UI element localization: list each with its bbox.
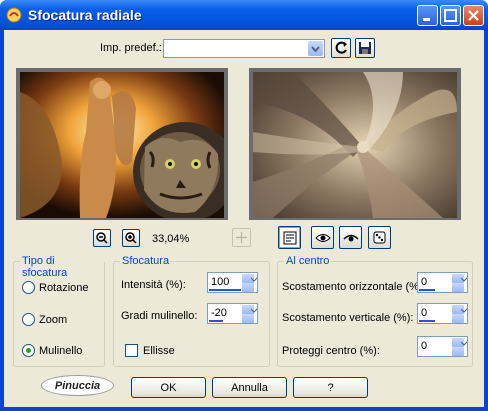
chevron-down-icon[interactable] xyxy=(251,277,257,283)
radio-circle[interactable] xyxy=(22,313,35,326)
protect-center-value: 0 xyxy=(421,340,428,352)
zoom-out-button[interactable] xyxy=(93,229,111,247)
save-preset-button[interactable] xyxy=(355,38,375,58)
swirl-degrees-slider-fill[interactable] xyxy=(209,320,223,322)
radio-label: Rotazione xyxy=(39,281,89,294)
preset-dropdown[interactable] xyxy=(163,39,325,58)
blur-settings-title: Sfocatura xyxy=(120,255,172,267)
protect-center-label: Proteggi centro (%): xyxy=(282,345,380,357)
protect-center-spinner[interactable]: 0 xyxy=(417,336,468,357)
horizontal-offset-label: Scostamento orizzontale (%): xyxy=(282,281,426,293)
intensity-spinner[interactable]: 100 xyxy=(207,272,258,293)
toggle-preview-button[interactable] xyxy=(278,226,301,249)
floppy-disk-icon xyxy=(359,42,371,54)
chevron-down-icon[interactable] xyxy=(251,308,257,314)
close-button[interactable] xyxy=(463,5,484,26)
spin-down-icon[interactable] xyxy=(452,347,464,356)
ok-button[interactable]: OK xyxy=(131,377,206,398)
close-icon xyxy=(468,10,479,21)
radio-rotazione[interactable]: Rotazione xyxy=(22,281,89,294)
randomize-button[interactable] xyxy=(368,226,391,249)
ellipse-label: Ellisse xyxy=(143,345,175,357)
reset-preset-button[interactable] xyxy=(331,38,351,58)
blur-type-group: Tipo di sfocatura Rotazione Zoom Mulinel… xyxy=(13,255,105,367)
intensity-slider-fill[interactable] xyxy=(209,289,241,291)
minimize-icon xyxy=(423,18,430,21)
spin-down-icon[interactable] xyxy=(452,314,464,323)
zoom-in-icon xyxy=(125,232,137,244)
author-logo: Pinuccia xyxy=(41,375,114,396)
chevron-down-icon[interactable] xyxy=(461,277,467,283)
intensity-value: 100 xyxy=(211,276,230,288)
spin-down-icon[interactable] xyxy=(242,314,254,323)
proof-button[interactable] xyxy=(311,226,334,249)
help-button[interactable]: ? xyxy=(293,377,368,398)
result-preview-image xyxy=(253,72,457,218)
pan-button[interactable] xyxy=(232,228,251,247)
swirl-degrees-spinner[interactable]: -20 xyxy=(207,303,258,324)
result-preview[interactable] xyxy=(249,68,461,220)
horizontal-offset-value: 0 xyxy=(421,276,428,288)
chevron-down-icon[interactable] xyxy=(461,341,467,347)
blur-settings-group: Sfocatura Intensità (%): 100 Gradi mulin… xyxy=(113,255,270,367)
blur-type-title: Tipo di sfocatura xyxy=(20,255,104,279)
original-preview-image xyxy=(20,72,224,218)
maximize-button[interactable] xyxy=(440,5,461,26)
vertical-offset-slider-fill[interactable] xyxy=(419,320,435,322)
horizontal-offset-spinner[interactable]: 0 xyxy=(417,272,468,293)
intensity-label: Intensità (%): xyxy=(121,279,186,291)
vertical-offset-value: 0 xyxy=(421,307,428,319)
original-preview[interactable] xyxy=(16,68,228,220)
zoom-out-icon xyxy=(96,232,108,244)
center-group: Al centro Scostamento orizzontale (%): 0… xyxy=(277,255,473,367)
auto-proof-button[interactable] xyxy=(339,226,362,249)
preset-label: Imp. predef.: xyxy=(100,42,162,54)
radio-mulinello[interactable]: Mulinello xyxy=(22,344,82,357)
cancel-button[interactable]: Annulla xyxy=(212,377,287,398)
title-bar[interactable]: Sfocatura radiale xyxy=(0,0,488,30)
center-title: Al centro xyxy=(284,255,332,267)
dialog-window: Sfocatura radiale Imp. predef.: 33,04% T… xyxy=(0,0,488,411)
radio-circle[interactable] xyxy=(22,344,35,357)
radio-selected-dot xyxy=(26,348,31,353)
auto-eye-icon xyxy=(342,234,359,241)
window-title: Sfocatura radiale xyxy=(28,7,142,23)
horizontal-offset-slider-fill[interactable] xyxy=(419,289,435,291)
swirl-degrees-label: Gradi mulinello: xyxy=(121,310,198,322)
radio-zoom[interactable]: Zoom xyxy=(22,313,67,326)
radio-label: Mulinello xyxy=(39,344,83,357)
zoom-in-button[interactable] xyxy=(122,229,140,247)
chevron-down-icon[interactable] xyxy=(461,308,467,314)
maximize-icon xyxy=(444,9,457,22)
move-arrows-icon xyxy=(236,232,247,243)
vertical-offset-spinner[interactable]: 0 xyxy=(417,303,468,324)
radio-circle[interactable] xyxy=(22,281,35,294)
dice-icon xyxy=(373,231,386,244)
dialog-client: Imp. predef.: 33,04% Tipo di sfocatura R… xyxy=(4,30,484,407)
spin-down-icon[interactable] xyxy=(242,283,254,292)
chevron-down-icon[interactable] xyxy=(308,41,323,56)
minimize-button[interactable] xyxy=(417,5,438,26)
eye-icon xyxy=(314,233,331,242)
ellipse-checkbox[interactable] xyxy=(125,344,138,357)
app-icon xyxy=(6,7,22,23)
preview-window-icon xyxy=(283,231,296,244)
spin-down-icon[interactable] xyxy=(452,283,464,292)
zoom-level: 33,04% xyxy=(152,233,190,245)
vertical-offset-label: Scostamento verticale (%): xyxy=(282,312,414,324)
reset-arrow-icon xyxy=(335,41,347,54)
swirl-degrees-value: -20 xyxy=(211,307,227,319)
radio-label: Zoom xyxy=(39,313,68,326)
